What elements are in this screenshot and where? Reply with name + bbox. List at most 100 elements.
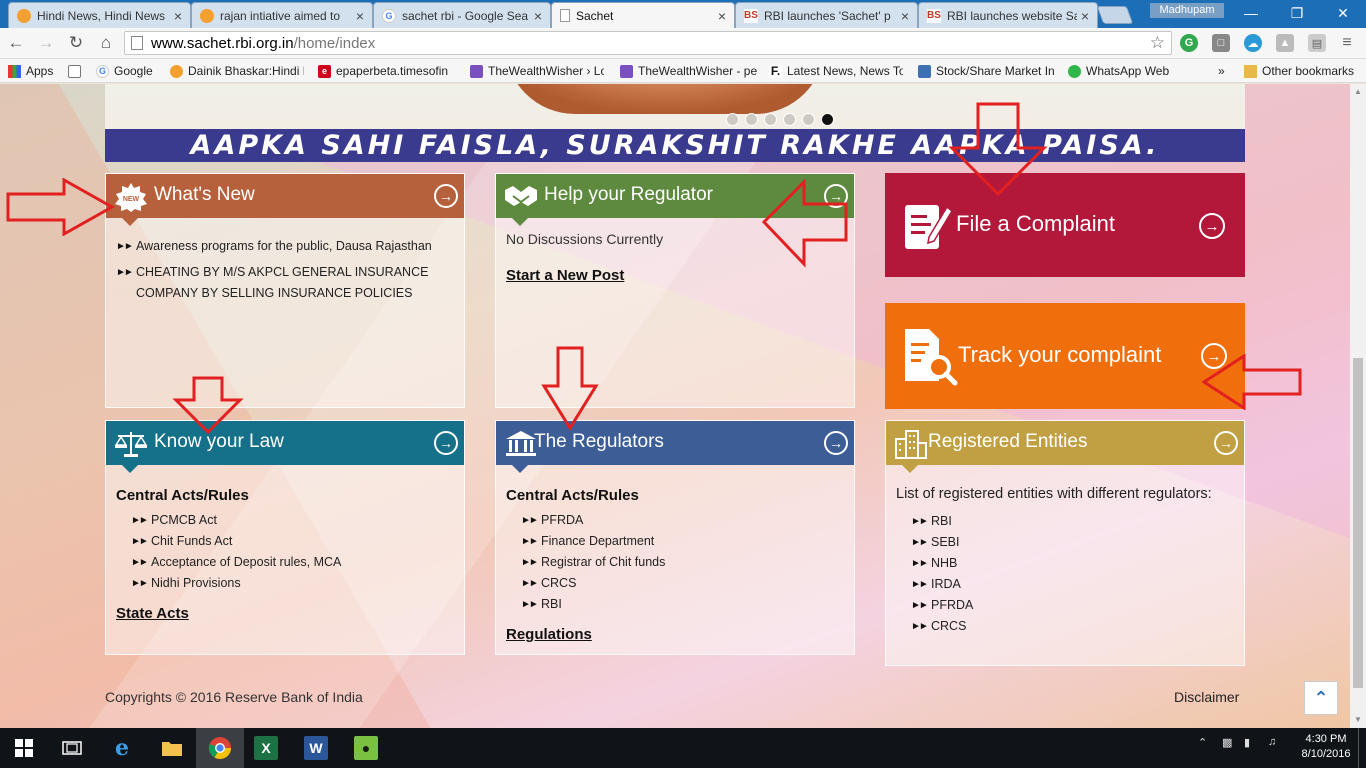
regulators-header[interactable]: The Regulators → [496,421,854,473]
arrow-circle-icon[interactable]: → [824,431,848,455]
carousel-dot[interactable] [802,113,815,126]
act-item[interactable]: ►► Chit Funds Act [131,531,454,552]
bookmark-apps[interactable]: Apps [8,63,53,79]
entity-item[interactable]: ►► CRCS [911,616,1234,637]
windows-start-icon[interactable] [10,734,38,762]
back-icon[interactable]: ← [4,32,28,54]
regulator-item[interactable]: ►► RBI [521,594,844,615]
entity-item[interactable]: ►► SEBI [911,532,1234,553]
browser-tab[interactable]: BS RBI launches website Sa × [918,2,1098,28]
carousel-dot-active[interactable] [821,113,834,126]
bookmark-wealthwisher[interactable]: TheWealthWisher › Lo [470,63,604,79]
bookmark-epaper[interactable]: e epaperbeta.timesofin [318,63,468,79]
bookmark-star-icon[interactable]: ☆ [1150,33,1165,53]
restore-icon[interactable]: ❐ [1274,0,1320,26]
regulator-item[interactable]: ►► Finance Department [521,531,844,552]
word-icon[interactable]: W [304,736,328,760]
close-icon[interactable]: × [718,8,726,24]
home-icon[interactable]: ⌂ [94,32,118,54]
close-icon[interactable]: × [174,8,182,24]
entity-item[interactable]: ►► NHB [911,553,1234,574]
evernote-icon[interactable]: ● [354,736,378,760]
cloud-icon[interactable]: ☁ [1244,34,1262,52]
registered-entities-header[interactable]: Registered Entities → [886,421,1244,473]
close-icon[interactable]: × [901,8,909,24]
regulator-item[interactable]: ►► Registrar of Chit funds [521,552,844,573]
regulator-item[interactable]: ►► CRCS [521,573,844,594]
new-tab-button[interactable] [1096,6,1134,24]
browser-tab[interactable]: rajan intiative aimed to × [191,2,373,28]
bookmark-whatsapp[interactable]: WhatsApp Web [1068,63,1169,79]
entity-item[interactable]: ►► PFRDA [911,595,1234,616]
address-bar[interactable]: www.sachet.rbi.org.in/home/index ☆ [124,31,1172,55]
arrow-circle-icon[interactable]: → [1201,343,1227,369]
browser-tab[interactable]: Hindi News, Hindi News × [8,2,191,28]
extension-icon[interactable]: □ [1212,34,1230,52]
grammarly-icon[interactable]: G [1180,34,1198,52]
news-item[interactable]: ►► CHEATING BY M/S AKPCL GENERAL INSURANC… [116,262,454,304]
tray-overflow-icon[interactable]: ⌃ [1198,736,1207,749]
help-regulator-header[interactable]: Help your Regulator → [496,174,854,226]
whats-new-header[interactable]: NEW What's New → [106,174,464,226]
start-new-post-link[interactable]: Start a New Post [506,267,624,284]
arrow-circle-icon[interactable]: → [824,184,848,208]
bookmark-dainik-bhaskar[interactable]: Dainik Bhaskar:Hindi N [170,63,304,79]
excel-icon[interactable]: X [254,736,278,760]
scroll-to-top-button[interactable]: ⌃ [1304,681,1338,715]
minimize-icon[interactable]: — [1228,0,1274,26]
bookmarks-overflow[interactable]: » [1218,63,1225,79]
carousel-dot[interactable] [726,113,739,126]
state-acts-link[interactable]: State Acts [116,605,189,622]
reload-icon[interactable]: ↻ [64,32,88,54]
arrow-circle-icon[interactable]: → [1199,213,1225,239]
close-icon[interactable]: × [356,8,364,24]
extension-icon[interactable]: ▤ [1308,34,1326,52]
bookmark-page[interactable] [68,63,86,79]
forward-icon[interactable]: → [34,32,58,54]
task-view-icon[interactable] [58,734,86,762]
show-desktop-button[interactable] [1358,728,1366,768]
arrow-circle-icon[interactable]: → [434,184,458,208]
drive-icon[interactable]: ▲ [1276,34,1294,52]
bookmark-latest-news[interactable]: F. Latest News, News To [769,63,903,79]
browser-tab[interactable]: G sachet rbi - Google Sea × [373,2,551,28]
news-item[interactable]: ►► Awareness programs for the public, Dau… [116,236,454,257]
regulator-item[interactable]: ►► PFRDA [521,510,844,531]
entity-item[interactable]: ►► RBI [911,511,1234,532]
scroll-up-icon[interactable]: ▲ [1350,84,1366,100]
battery-icon[interactable]: ▮ [1244,736,1250,749]
taskbar-clock[interactable]: 4:30 PM 8/10/2016 [1296,732,1356,762]
act-item[interactable]: ►► Nidhi Provisions [131,573,454,594]
bookmark-wealthwisher-2[interactable]: TheWealthWisher - pe [620,63,758,79]
browser-tab[interactable]: BS RBI launches 'Sachet' p × [735,2,918,28]
scrollbar-thumb[interactable] [1353,358,1363,688]
browser-tab-active[interactable]: Sachet × [551,2,735,28]
profile-badge[interactable]: Madhupam [1150,3,1224,18]
act-item[interactable]: ►► PCMCB Act [131,510,454,531]
carousel-dot[interactable] [745,113,758,126]
file-complaint-button[interactable]: File a Complaint → [885,173,1245,277]
edge-icon[interactable]: e [108,734,136,762]
close-icon[interactable]: × [534,8,542,24]
menu-icon[interactable]: ≡ [1338,34,1356,52]
know-law-header[interactable]: Know your Law → [106,421,464,473]
entity-item[interactable]: ►► IRDA [911,574,1234,595]
track-complaint-button[interactable]: Track your complaint → [885,303,1245,409]
volume-icon[interactable]: ♫ [1268,736,1276,748]
bookmark-stock-market[interactable]: Stock/Share Market In [918,63,1056,79]
carousel-dot[interactable] [764,113,777,126]
bookmark-google[interactable]: G Google [96,63,153,79]
disclaimer-link[interactable]: Disclaimer [1174,689,1239,705]
act-item[interactable]: ►► Acceptance of Deposit rules, MCA [131,552,454,573]
arrow-circle-icon[interactable]: → [1214,431,1238,455]
file-explorer-icon[interactable] [158,734,186,762]
window-close-icon[interactable]: ✕ [1320,0,1366,26]
page-scrollbar[interactable]: ▲ ▼ [1350,84,1366,728]
network-icon[interactable]: ▩ [1222,736,1232,749]
other-bookmarks[interactable]: Other bookmarks [1244,63,1354,79]
arrow-circle-icon[interactable]: → [434,431,458,455]
close-icon[interactable]: × [1081,8,1089,24]
chrome-icon[interactable] [206,734,234,762]
carousel-dot[interactable] [783,113,796,126]
scroll-down-icon[interactable]: ▼ [1350,712,1366,728]
